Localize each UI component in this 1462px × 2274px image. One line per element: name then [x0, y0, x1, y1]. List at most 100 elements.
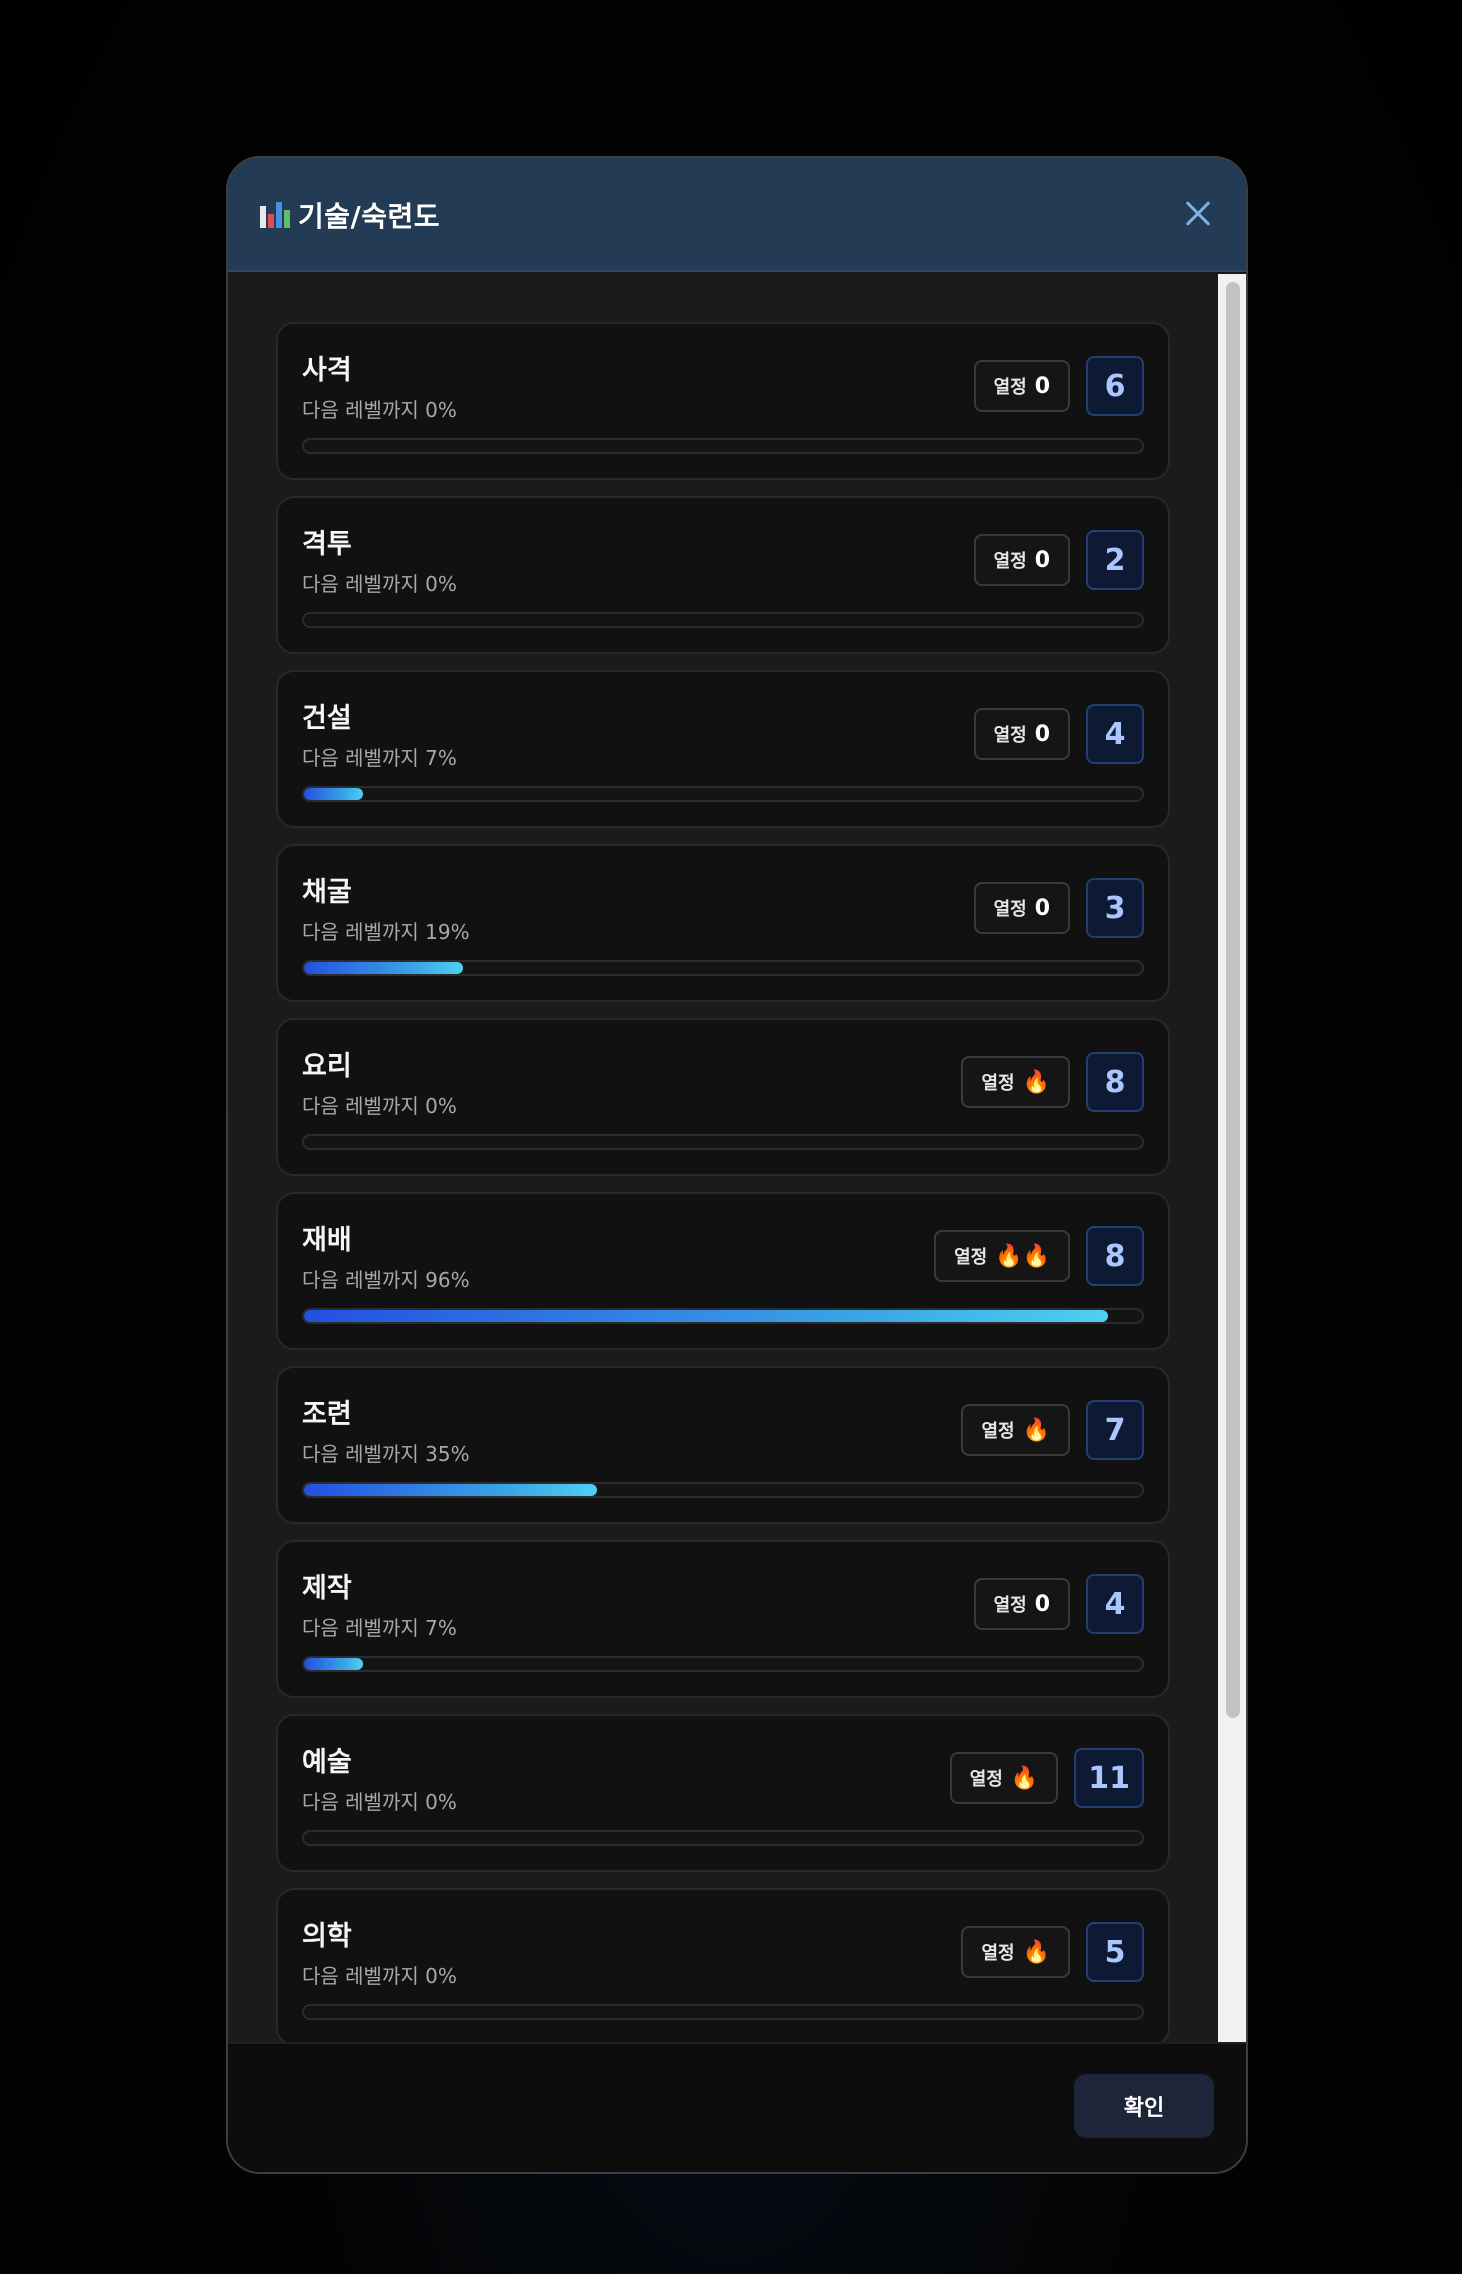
confirm-button[interactable]: 확인	[1074, 2074, 1214, 2138]
scrollbar[interactable]	[1218, 274, 1246, 2046]
skill-name: 채굴	[302, 877, 352, 908]
skill-card: 채굴다음 레벨까지 19% 열정 0 3	[276, 844, 1170, 1002]
passion-badge: 열정 🔥	[961, 1926, 1070, 1978]
passion-label: 열정	[993, 725, 1027, 746]
progress-fill	[304, 1310, 1109, 1322]
skills-modal: 기술/숙련도 사격 다음 레벨까지 0% 열정 0 6 격투 다음 레벨까지 0% 열정 0 2 건…	[226, 156, 1248, 2174]
progress-bar	[302, 1656, 1144, 1672]
skill-progress-text: 다음 레벨까지 0%	[302, 1094, 457, 1118]
skill-stats: 열정 0 4	[973, 1574, 1144, 1634]
passion-label: 열정	[969, 1769, 1003, 1790]
progress-bar	[302, 2004, 1144, 2020]
skill-progress-text: 다음 레벨까지 19%	[302, 920, 470, 944]
skill-card: 재배다음 레벨까지 96% 열정 🔥🔥 8	[276, 1192, 1170, 1350]
modal-footer: 확인	[228, 2042, 1246, 2172]
skill-name: 의학	[302, 1921, 352, 1952]
skill-progress-text: 다음 레벨까지 7%	[302, 1616, 457, 1640]
passion-label: 열정	[993, 377, 1027, 398]
skill-level: 5	[1086, 1922, 1144, 1982]
progress-bar	[302, 1308, 1144, 1324]
passion-badge: 열정 🔥	[961, 1056, 1070, 1108]
passion-value: 0	[1034, 721, 1050, 747]
progress-fill	[304, 1484, 598, 1496]
skill-stats: 열정 0 3	[973, 878, 1144, 938]
skill-name: 재배	[302, 1225, 352, 1256]
skill-progress-text: 다음 레벨까지 7%	[302, 746, 457, 770]
skill-level: 4	[1086, 1574, 1144, 1634]
progress-bar	[302, 612, 1144, 628]
passion-badge: 열정 🔥	[949, 1752, 1059, 1804]
passion-badge: 열정 🔥	[961, 1404, 1070, 1456]
passion-label: 열정	[993, 551, 1027, 572]
passion-label: 열정	[981, 1073, 1015, 1094]
skill-card: 제작다음 레벨까지 7% 열정 0 4	[276, 1540, 1170, 1698]
skill-card: 조련 다음 레벨까지 35% 열정 🔥 7	[276, 1366, 1170, 1524]
passion-badge: 열정 🔥🔥	[934, 1230, 1070, 1282]
skill-stats: 열정 🔥 5	[961, 1922, 1144, 1982]
skill-card: 격투다음 레벨까지 0% 열정 0 2	[276, 496, 1170, 654]
skill-card: 건설다음 레벨까지 7% 열정 0 4	[276, 670, 1170, 828]
skill-name: 요리	[302, 1051, 352, 1082]
fire-icon: 🔥	[1022, 1417, 1050, 1443]
passion-badge: 열정 0	[973, 708, 1070, 760]
passion-badge: 열정 0	[973, 534, 1070, 586]
passion-badge: 열정 0	[973, 360, 1070, 412]
skill-name: 격투	[302, 529, 352, 560]
passion-label: 열정	[981, 1421, 1015, 1442]
skill-name: 예술	[302, 1747, 352, 1778]
skill-level: 11	[1074, 1748, 1144, 1808]
passion-label: 열정	[954, 1247, 988, 1268]
progress-bar	[302, 960, 1144, 976]
skill-stats: 열정 🔥 11	[949, 1748, 1144, 1808]
scrollbar-thumb[interactable]	[1226, 282, 1240, 1718]
fire-icon: 🔥🔥	[995, 1243, 1050, 1269]
passion-label: 열정	[993, 1595, 1027, 1616]
passion-value: 0	[1034, 547, 1050, 573]
progress-fill	[304, 788, 363, 800]
skill-progress-text: 다음 레벨까지 96%	[302, 1268, 470, 1292]
fire-icon: 🔥	[1022, 1939, 1050, 1965]
progress-bar	[302, 786, 1144, 802]
skill-level: 4	[1086, 704, 1144, 764]
skill-progress-text: 다음 레벨까지 0%	[302, 398, 457, 422]
skill-stats: 열정 🔥🔥 8	[934, 1226, 1144, 1286]
passion-badge: 열정 0	[973, 882, 1070, 934]
close-icon[interactable]	[1178, 194, 1218, 234]
progress-bar	[302, 1482, 1144, 1498]
skill-card: 의학다음 레벨까지 0% 열정 🔥 5	[276, 1888, 1170, 2046]
passion-value: 0	[1034, 373, 1050, 399]
skill-name: 사격	[302, 355, 352, 386]
passion-value: 0	[1034, 895, 1050, 921]
skill-progress-text: 다음 레벨까지 0%	[302, 572, 457, 596]
modal-title: 기술/숙련도	[298, 200, 441, 233]
skill-stats: 열정 🔥 7	[961, 1400, 1144, 1460]
progress-bar	[302, 1830, 1144, 1846]
progress-fill	[304, 962, 464, 974]
skill-level: 3	[1086, 878, 1144, 938]
progress-bar	[302, 438, 1144, 454]
skill-name: 조련	[302, 1399, 352, 1430]
skill-name: 건설	[302, 703, 352, 734]
skill-stats: 열정 🔥 8	[961, 1052, 1144, 1112]
skill-progress-text: 다음 레벨까지 0%	[302, 1790, 457, 1814]
skill-level: 8	[1086, 1226, 1144, 1286]
passion-badge: 열정 0	[973, 1578, 1070, 1630]
skill-level: 8	[1086, 1052, 1144, 1112]
skill-card: 사격다음 레벨까지 0% 열정 0 6	[276, 322, 1170, 480]
skill-progress-text: 다음 레벨까지 0%	[302, 1964, 457, 1988]
skill-level: 7	[1086, 1400, 1144, 1460]
skill-list: 사격 다음 레벨까지 0% 열정 0 6 격투 다음 레벨까지 0% 열정 0 2 건설 다음 레벨까…	[228, 274, 1218, 2172]
passion-value: 0	[1034, 1591, 1050, 1617]
skill-level: 6	[1086, 356, 1144, 416]
skill-stats: 열정 0 4	[973, 704, 1144, 764]
skill-stats: 열정 0 2	[973, 530, 1144, 590]
skill-stats: 열정 0 6	[973, 356, 1144, 416]
modal-header: 기술/숙련도	[228, 158, 1246, 272]
passion-label: 열정	[993, 899, 1027, 920]
passion-label: 열정	[981, 1943, 1015, 1964]
skill-name: 제작	[302, 1573, 352, 1604]
progress-fill	[304, 1658, 363, 1670]
fire-icon: 🔥	[1010, 1765, 1039, 1791]
skill-level: 2	[1086, 530, 1144, 590]
fire-icon: 🔥	[1022, 1069, 1050, 1095]
